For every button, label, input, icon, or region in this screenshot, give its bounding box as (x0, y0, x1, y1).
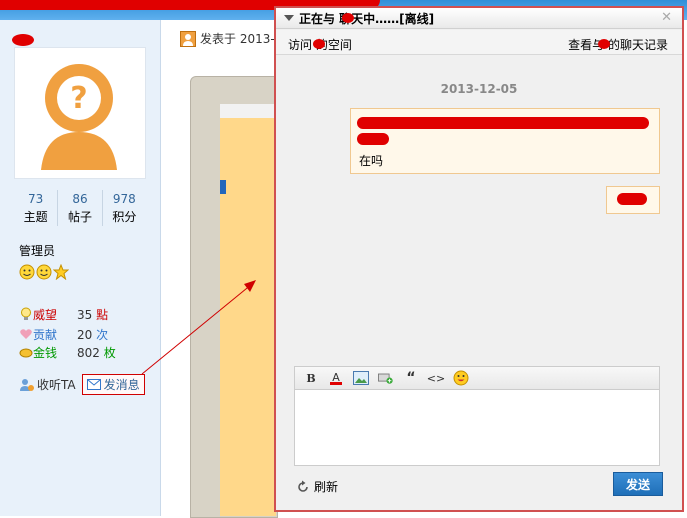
stat-label: 帖子 (67, 210, 92, 224)
coin-icon (19, 348, 33, 358)
smiley-medal-icon (36, 264, 52, 280)
prop-reputation: 威望 35 點 (19, 306, 121, 322)
stat-number: 86 (72, 192, 88, 206)
envelope-icon (86, 379, 101, 390)
prop-name: 威望 (33, 307, 58, 322)
embedded-screenshot-marker (220, 180, 226, 194)
follow-label: 收听TA (37, 378, 76, 392)
message-redaction (357, 117, 649, 129)
view-history-link[interactable]: 查看与 的聊天记录 (568, 36, 668, 53)
post-header: 发表于 2013-8 (180, 30, 282, 47)
message-bubble (606, 186, 660, 214)
follow-link[interactable]: 收听TA (19, 376, 76, 393)
send-button[interactable]: 发送 (613, 472, 663, 496)
message-text: 在吗 (359, 154, 384, 168)
stat-label: 积分 (112, 210, 137, 224)
image-icon (353, 371, 369, 385)
message-bubble: 在吗 (350, 108, 660, 174)
emoji-button[interactable] (453, 370, 469, 386)
chat-window: 正在与 聊天中……[离线] ✕ 访问 的空间 查看与 的聊天记录 2013-12… (274, 6, 684, 512)
message-input[interactable] (294, 390, 660, 466)
prop-money: 金钱 802 枚 (19, 344, 121, 360)
bulb-icon (21, 307, 31, 320)
post-date: 发表于 2013-8 (200, 32, 283, 46)
name-redaction (342, 13, 354, 23)
stat-number: 73 (28, 192, 44, 206)
font-color-icon: A (330, 371, 342, 385)
prop-value: 35 (77, 307, 93, 322)
message-redaction (357, 133, 389, 145)
prop-value: 802 (77, 345, 100, 360)
message-redaction (617, 193, 647, 205)
prop-name: 金钱 (33, 345, 58, 360)
heart-icon (20, 329, 32, 339)
stat-label: 主题 (23, 210, 48, 224)
bold-button[interactable]: B (303, 370, 319, 386)
stat-topics[interactable]: 73 主题 (14, 190, 59, 226)
chat-date: 2013-12-05 (440, 82, 518, 96)
svg-text:?: ? (70, 81, 87, 116)
attach-button[interactable] (378, 370, 394, 386)
embedded-screenshot-panel (220, 118, 276, 516)
chat-links-bar: 访问 的空间 查看与 的聊天记录 (276, 30, 682, 55)
follow-user-icon (20, 378, 34, 391)
close-icon[interactable]: ✕ (661, 10, 672, 25)
prop-value: 20 (77, 327, 93, 342)
avatar[interactable]: ? (14, 47, 146, 179)
user-role: 管理员 (19, 244, 56, 258)
stat-points[interactable]: 978 积分 (103, 190, 146, 226)
code-button[interactable]: <> (427, 370, 445, 386)
username-redaction (12, 34, 34, 46)
chat-titlebar[interactable]: 正在与 聊天中……[离线] ✕ (276, 8, 682, 29)
font-color-button[interactable]: A (328, 370, 344, 386)
refresh-icon (298, 480, 308, 492)
refresh-link[interactable]: 刷新 (296, 478, 338, 495)
author-icon (180, 30, 196, 47)
default-avatar-icon: ? (41, 64, 117, 170)
send-message-label: 发消息 (103, 378, 140, 392)
prop-unit: 次 (96, 327, 109, 342)
prop-unit: 枚 (103, 345, 116, 360)
stat-number: 978 (112, 192, 136, 206)
smiley-medal-icon (19, 264, 35, 280)
collapse-triangle-icon[interactable] (284, 15, 294, 21)
user-medals (19, 264, 69, 280)
user-stats: 73 主题 86 帖子 978 积分 (14, 190, 146, 226)
name-redaction (313, 39, 325, 49)
quote-button[interactable]: “ (403, 370, 419, 386)
prop-name: 贡献 (33, 327, 58, 342)
refresh-label: 刷新 (314, 480, 339, 494)
name-redaction (598, 39, 610, 49)
prop-unit: 點 (96, 307, 109, 322)
editor-toolbar: B A “ <> (294, 366, 660, 390)
emoji-icon (453, 370, 469, 386)
profile-actions: 收听TA 发消息 (19, 374, 145, 395)
chat-title: 正在与 聊天中……[离线] (299, 11, 435, 26)
send-message-button[interactable]: 发消息 (81, 374, 145, 395)
stat-posts[interactable]: 86 帖子 (58, 190, 103, 226)
prop-contribution: 贡献 20 次 (19, 326, 121, 342)
insert-image-button[interactable] (353, 370, 369, 386)
embedded-screenshot-toolbar (220, 104, 276, 119)
star-medal-icon (53, 264, 69, 280)
attachment-icon (378, 373, 393, 384)
